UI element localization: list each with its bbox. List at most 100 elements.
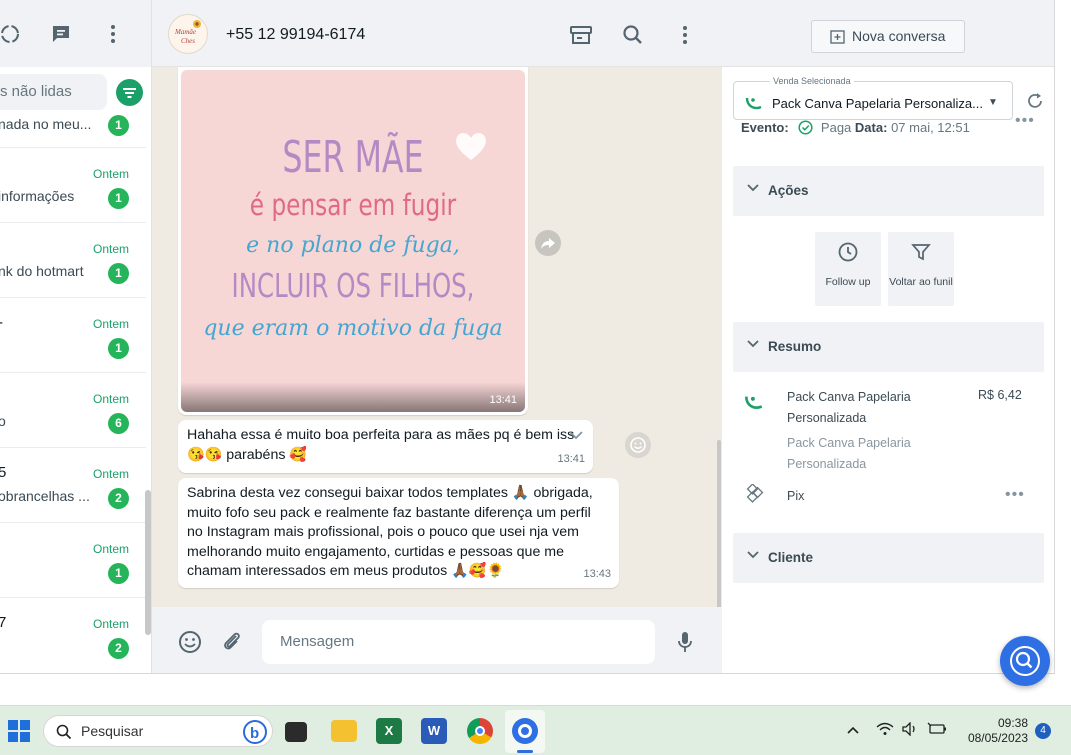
conversation-header: Mamãe Ches +55 12 99194-6174 (152, 0, 722, 67)
chat-name: - (0, 314, 3, 331)
speaker-icon[interactable] (901, 721, 919, 739)
wifi-icon[interactable] (876, 722, 894, 739)
excel-icon[interactable]: X (376, 718, 402, 744)
chevron-down-icon[interactable] (569, 426, 583, 446)
list-item[interactable]: 7 Ontem 2 (0, 598, 146, 673)
section-acoes[interactable]: Ações (733, 166, 1044, 216)
list-item[interactable]: nada no meu... 1 (0, 100, 146, 148)
funnel-icon (911, 244, 931, 261)
chat-time: Ontem (92, 467, 129, 481)
pix-icon (746, 484, 764, 503)
svg-text:Mamãe: Mamãe (174, 28, 196, 36)
image-content[interactable]: SER MÃE é pensar em fugir e no plano de … (181, 70, 525, 412)
unread-badge: 1 (108, 188, 129, 209)
list-item[interactable]: Ontem 1 (0, 523, 146, 598)
list-item[interactable]: 5 Ontem obrancelhas ... 2 (0, 448, 146, 523)
word-icon[interactable]: W (421, 718, 447, 744)
chat-time: Ontem (92, 617, 129, 631)
message-input[interactable]: Mensagem (262, 620, 655, 664)
chrome-icon[interactable] (467, 718, 493, 744)
chat-time: Ontem (92, 392, 129, 406)
chat-list-sidebar: s não lidas nada no meu... 1 Ontem infor… (0, 0, 152, 673)
app-icon[interactable] (512, 718, 538, 744)
unread-badge: 2 (108, 638, 129, 659)
unread-badge: 1 (108, 115, 129, 136)
more-icon[interactable]: ••• (1005, 486, 1025, 504)
contact-phone[interactable]: +55 12 99194-6174 (226, 26, 365, 44)
task-view-icon[interactable] (285, 722, 307, 742)
message-bubble[interactable]: Hahaha essa é muito boa perfeita para as… (178, 420, 593, 473)
unread-badge: 6 (108, 413, 129, 434)
search-icon (56, 724, 72, 740)
battery-icon[interactable] (927, 722, 947, 739)
sidebar-scrollbar[interactable] (145, 490, 151, 635)
chat-preview: obrancelhas ... (0, 488, 90, 504)
file-explorer-icon[interactable] (331, 720, 357, 742)
message-time: 13:43 (583, 567, 611, 580)
event-row: Evento: Paga Data: 07 mai, 12:51 (741, 120, 970, 135)
status-icon[interactable] (0, 22, 22, 46)
more-icon[interactable]: ••• (1015, 112, 1035, 130)
chat-name: 5 (0, 464, 6, 481)
menu-icon[interactable] (101, 22, 125, 46)
sale-select-value: Pack Canva Papelaria Personaliza... (772, 96, 984, 111)
emoji-icon[interactable] (177, 629, 203, 655)
hotmart-icon (744, 396, 763, 409)
search-icon (1010, 646, 1040, 676)
list-item[interactable]: Ontem nk do hotmart 1 (0, 223, 146, 298)
store-icon[interactable] (568, 22, 594, 48)
sidebar-header (0, 0, 151, 67)
image-line: e no plano de fuga, (246, 233, 460, 258)
search-icon[interactable] (620, 22, 646, 48)
back-to-funnel-button[interactable]: Voltar ao funil (888, 232, 954, 306)
message-time: 13:41 (489, 394, 517, 406)
app-window: s não lidas nada no meu... 1 Ontem infor… (0, 0, 1055, 674)
chevron-down-icon (747, 182, 759, 196)
chevron-down-icon (747, 549, 759, 563)
message-bubble[interactable]: Sabrina desta vez consegui baixar todos … (178, 478, 619, 588)
list-item[interactable]: Ontem informações 1 (0, 148, 146, 223)
image-line: é pensar em fugir (249, 188, 457, 222)
image-line: INCLUIR OS FILHOS, (231, 266, 475, 305)
chat-time: Ontem (92, 542, 129, 556)
caret-down-icon[interactable]: ▼ (988, 97, 998, 108)
chat-name: 7 (0, 614, 6, 631)
panel-header: Nova conversa (722, 0, 1054, 67)
chat-preview: informações (0, 188, 75, 204)
taskbar-search[interactable]: Pesquisar b (43, 715, 273, 747)
menu-icon[interactable] (672, 22, 698, 48)
sale-select-label: Venda Selecionada (770, 76, 854, 86)
image-message[interactable]: SER MÃE é pensar em fugir e no plano de … (178, 67, 528, 415)
follow-up-button[interactable]: Follow up (815, 232, 881, 306)
product-subtitle: Pack Canva Papelaria Personalizada (787, 436, 911, 471)
svg-text:b: b (250, 725, 259, 742)
forward-icon[interactable] (535, 230, 561, 256)
list-item[interactable]: Ontem o 6 (0, 373, 146, 448)
clock[interactable]: 09:38 08/05/2023 (958, 716, 1028, 746)
microphone-icon[interactable] (672, 629, 698, 655)
composer: Mensagem (152, 607, 722, 673)
section-resumo[interactable]: Resumo (733, 322, 1044, 372)
message-list: SER MÃE é pensar em fugir e no plano de … (152, 67, 722, 607)
event-date: 07 mai, 12:51 (891, 120, 970, 135)
image-line: SER MÃE (282, 132, 424, 183)
chevron-up-icon[interactable] (847, 722, 859, 738)
contact-avatar[interactable]: Mamãe Ches (168, 14, 208, 54)
search-fab-button[interactable] (1000, 636, 1050, 686)
new-chat-icon[interactable] (49, 22, 73, 46)
product-name: Pack Canva Papelaria Personalizada (787, 390, 911, 425)
bing-icon[interactable]: b (242, 719, 268, 745)
windows-start-icon[interactable] (8, 720, 30, 742)
chat-preview: o (0, 413, 6, 429)
hotmart-icon (745, 97, 762, 110)
section-cliente[interactable]: Cliente (733, 533, 1044, 583)
notification-badge[interactable]: 4 (1035, 723, 1051, 739)
image-gradient (181, 382, 525, 412)
list-item[interactable]: - Ontem 1 (0, 298, 146, 373)
attach-icon[interactable] (219, 629, 245, 655)
conversation-pane: Mamãe Ches +55 12 99194-6174 SER MÃE é p… (152, 0, 722, 673)
payment-method: Pix (787, 489, 805, 503)
emoji-reaction-icon[interactable] (625, 432, 651, 458)
new-chat-button[interactable]: Nova conversa (811, 20, 965, 53)
conversation-scrollbar[interactable] (717, 440, 721, 610)
